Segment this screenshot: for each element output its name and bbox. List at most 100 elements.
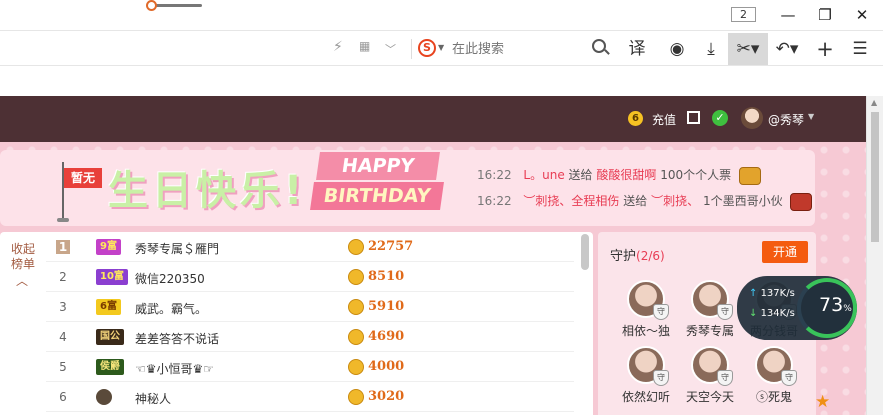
- user-menu-caret-icon[interactable]: ▼: [808, 112, 814, 121]
- gift-sender[interactable]: L。une: [523, 168, 564, 182]
- guard-member[interactable]: 守秀琴专属: [678, 280, 742, 339]
- close-button[interactable]: ✕: [851, 4, 873, 26]
- guard-avatar[interactable]: 守: [691, 280, 733, 320]
- guard-member[interactable]: 守天空今天: [678, 346, 742, 405]
- rank-number: 5: [59, 360, 67, 374]
- media-icon[interactable]: ◉: [660, 33, 694, 65]
- gift-receiver[interactable]: ︶刺挠、: [651, 194, 699, 208]
- gift-item: 100个个人票: [660, 168, 732, 182]
- rank-row[interactable]: 5 侯爵 ☜♛小恒哥♛☞ 4000: [46, 352, 574, 382]
- rank-score: 5910: [368, 299, 405, 314]
- username[interactable]: @秀琴: [768, 111, 804, 128]
- download-speed: ↓ 134K/s: [749, 308, 795, 319]
- collapse-caret-icon[interactable]: ︿: [16, 272, 28, 289]
- upload-arrow-icon: ↑: [749, 288, 761, 299]
- engine-caret-icon[interactable]: ▼: [438, 43, 444, 52]
- rank-user-name[interactable]: 秀琴专属＄雁門: [135, 240, 219, 257]
- open-guard-button[interactable]: 开通: [762, 241, 808, 263]
- wealth-badge: 国公: [96, 329, 124, 345]
- restore-button[interactable]: ❐: [814, 4, 836, 26]
- upload-speed-value: 137K/s: [760, 288, 795, 299]
- qr-code-icon[interactable]: ▦: [359, 39, 370, 53]
- screenshot-scissors-icon[interactable]: ✂▾: [728, 33, 768, 65]
- rank-user-name[interactable]: ☜♛小恒哥♛☞: [135, 360, 214, 377]
- tab-count-badge[interactable]: 2: [731, 7, 756, 22]
- site-header: 6 充值 ✓ @秀琴 ▼: [0, 96, 866, 142]
- guard-title-text: 守护: [610, 249, 637, 264]
- ranking-scrollbar[interactable]: [581, 234, 589, 270]
- search-icon[interactable]: [592, 39, 606, 53]
- guard-member[interactable]: 守依然幻听: [614, 346, 678, 405]
- volume-slider-track[interactable]: [152, 4, 202, 7]
- coin-stack-icon: [348, 239, 364, 255]
- rank-row[interactable]: 4 国公 差差答答不说话 4690: [46, 322, 574, 352]
- network-speed-widget[interactable]: ↑ 137K/s ↓ 134K/s 73%: [737, 276, 857, 340]
- guard-avatar[interactable]: 守: [627, 280, 669, 320]
- guard-name[interactable]: 依然幻听: [614, 388, 678, 405]
- guard-name[interactable]: 相依～独: [614, 322, 678, 339]
- guard-shield-icon: 守: [781, 370, 797, 386]
- memory-usage-percent: 73%: [819, 294, 852, 316]
- volume-slider-knob[interactable]: [146, 0, 157, 11]
- happy-ribbon: HAPPY: [316, 152, 440, 180]
- coin-icon: 6: [628, 111, 643, 126]
- page-scrollbar[interactable]: ▲: [866, 96, 883, 415]
- guard-title: 守护(2/6): [610, 245, 665, 264]
- coin-stack-icon: [348, 329, 364, 345]
- rank-row[interactable]: 6 神秘人 3020: [46, 382, 574, 412]
- flash-icon[interactable]: ⚡: [333, 39, 343, 55]
- new-tab-plus-icon[interactable]: +: [808, 33, 842, 65]
- rank-user-name[interactable]: 神秘人: [135, 390, 171, 407]
- search-input[interactable]: [452, 40, 582, 58]
- rank-score: 4000: [368, 359, 405, 374]
- translate-button[interactable]: 译: [620, 33, 654, 65]
- rank-score: 4690: [368, 329, 405, 344]
- guard-avatar[interactable]: 守: [691, 346, 733, 386]
- menu-icon[interactable]: ☰: [843, 33, 877, 65]
- guard-shield-icon: 守: [717, 370, 733, 386]
- gift-sender[interactable]: ︶刺挠、全程相伤: [523, 194, 619, 208]
- rank-row[interactable]: 3 6富 威武。霸气。 5910: [46, 292, 574, 322]
- undo-icon[interactable]: ↶▾: [770, 33, 804, 65]
- toolbar-divider: [411, 39, 412, 59]
- birthday-banner: 暂无 生日快乐! HAPPY BIRTHDAY 16:22 L。une 送给 酸…: [0, 150, 815, 226]
- guard-name[interactable]: ⓢ死鬼: [742, 388, 806, 405]
- guard-avatar[interactable]: 守: [755, 346, 797, 386]
- verified-check-icon[interactable]: ✓: [712, 110, 728, 126]
- rank-user-name[interactable]: 威武。霸气。: [135, 300, 207, 317]
- rank-row[interactable]: 2 10富 微信220350 8510: [46, 262, 574, 292]
- memory-usage-unit: %: [843, 304, 852, 314]
- rank-number: 3: [59, 300, 67, 314]
- guard-name[interactable]: 秀琴专属: [678, 322, 742, 339]
- page-scrollbar-thumb[interactable]: [871, 112, 879, 242]
- guard-avatar[interactable]: 守: [627, 346, 669, 386]
- user-avatar[interactable]: [741, 107, 763, 129]
- flag-label: 暂无: [64, 168, 102, 188]
- rank-user-name[interactable]: 差差答答不说话: [135, 330, 219, 347]
- gift-verb: 送给: [623, 194, 648, 208]
- rank-user-name[interactable]: 微信220350: [135, 270, 205, 287]
- minimize-button[interactable]: —: [777, 4, 799, 26]
- wealth-badge: 6富: [96, 299, 121, 315]
- download-icon[interactable]: ⤓: [694, 33, 728, 65]
- search-engine-logo[interactable]: S: [418, 39, 436, 57]
- rank-number: 1: [56, 240, 70, 254]
- birthday-ribbon: BIRTHDAY: [310, 182, 444, 210]
- edit-icon[interactable]: [687, 111, 700, 124]
- rank-score: 22757: [368, 239, 414, 254]
- collapse-ranking-button[interactable]: 收起榜单: [10, 242, 36, 272]
- guard-member[interactable]: 守相依～独: [614, 280, 678, 339]
- gift-time: 16:22: [477, 194, 512, 208]
- gift-ticket-icon: [738, 166, 761, 185]
- recharge-link[interactable]: 充值: [652, 111, 676, 128]
- flag-base: [57, 218, 69, 222]
- star-icon: ★: [815, 392, 831, 412]
- gift-message: 16:22 L。une 送给 酸酸很甜啊 100个个人票: [477, 166, 761, 185]
- gift-receiver[interactable]: 酸酸很甜啊: [596, 168, 656, 182]
- wealth-badge: 10富: [96, 269, 128, 285]
- guard-name[interactable]: 天空今天: [678, 388, 742, 405]
- guard-member[interactable]: 守 ⓢ死鬼: [742, 346, 806, 405]
- chevron-down-icon[interactable]: ﹀: [385, 41, 396, 57]
- rank-row[interactable]: 1 9富 秀琴专属＄雁門 22757: [46, 232, 574, 262]
- scroll-up-arrow-icon[interactable]: ▲: [871, 98, 877, 107]
